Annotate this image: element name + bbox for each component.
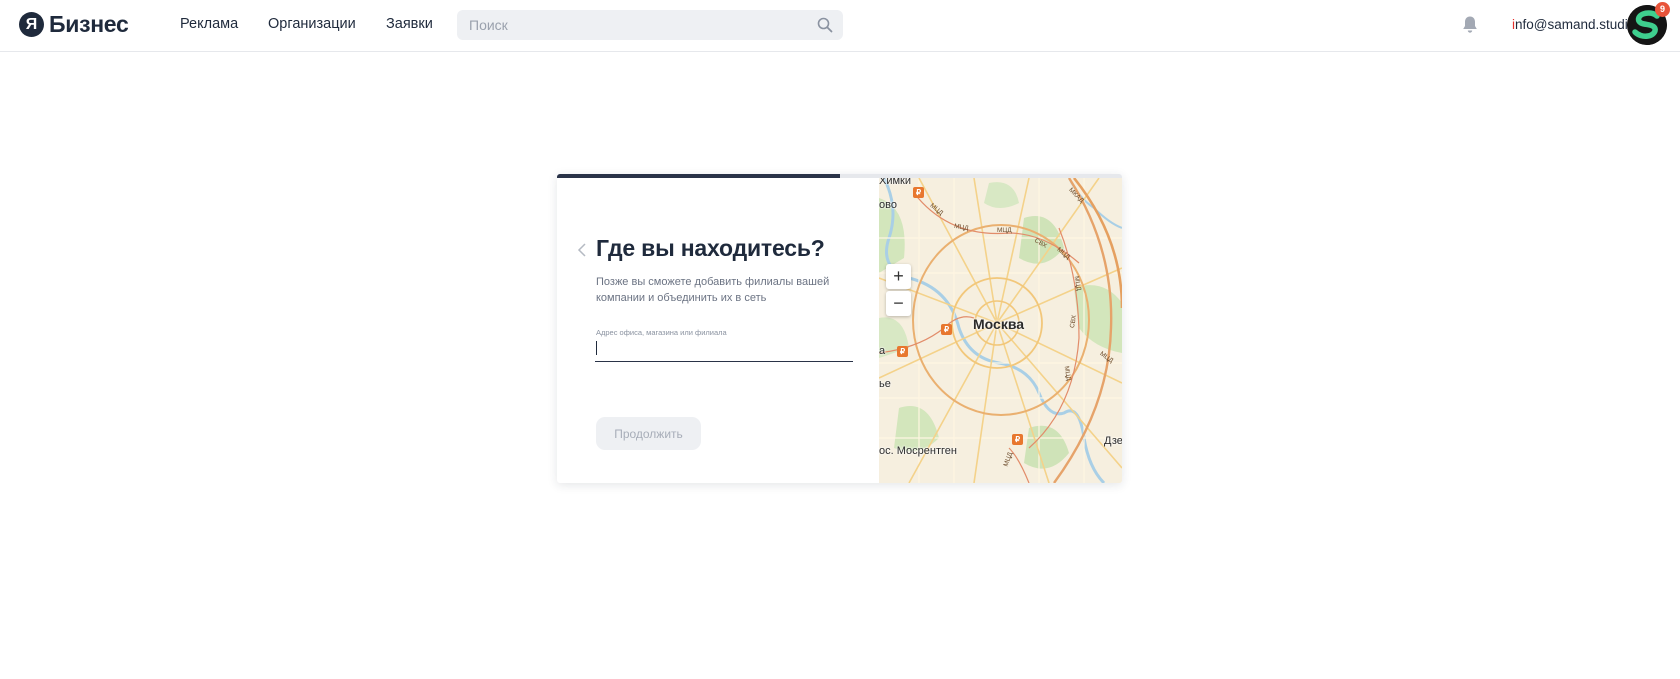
metro-marker-icon[interactable]: ₽ xyxy=(941,324,952,335)
nav-link-organizations[interactable]: Организации xyxy=(268,16,356,32)
chevron-left-icon[interactable] xyxy=(576,242,588,258)
bell-icon[interactable] xyxy=(1461,15,1479,35)
metro-marker-icon[interactable]: ₽ xyxy=(913,187,924,198)
map-label-ye: ье xyxy=(879,378,891,390)
map-label-dze: Дзе xyxy=(1104,435,1122,447)
page-title: Где вы находитесь? xyxy=(596,235,825,261)
notification-badge: 9 xyxy=(1655,2,1670,17)
map-city-label: Москва xyxy=(973,316,1025,332)
metro-marker-icon[interactable]: ₽ xyxy=(1012,434,1023,445)
progress-fill xyxy=(557,174,840,178)
top-header: Я Бизнес Реклама Организации Заявки info… xyxy=(0,0,1680,52)
nav-link-ads[interactable]: Реклама xyxy=(180,16,238,32)
metro-marker-icon[interactable]: ₽ xyxy=(897,346,908,357)
logo-text: Бизнес xyxy=(49,10,129,37)
address-input[interactable] xyxy=(595,339,853,362)
search-icon[interactable] xyxy=(817,17,833,33)
map-label-mosrentgen: ос. Мосрентген xyxy=(879,445,957,457)
map-label-a: а xyxy=(879,345,886,357)
logo-mark: Я xyxy=(19,11,44,37)
yandex-business-logo[interactable]: Я Бизнес xyxy=(19,10,129,37)
address-field-label: Адрес офиса, магазина или филиала xyxy=(596,328,727,337)
zoom-in-button[interactable]: + xyxy=(886,264,911,289)
search-input[interactable] xyxy=(469,10,809,40)
zoom-out-button[interactable]: − xyxy=(886,291,911,316)
map-label-khimki: Химки xyxy=(879,178,912,187)
text-caret xyxy=(596,341,597,355)
road-label: МЦД xyxy=(997,227,1012,234)
nav-link-requests[interactable]: Заявки xyxy=(386,16,433,32)
map-label-ovo: ово xyxy=(879,199,897,211)
onboarding-card: Где вы находитесь? Позже вы сможете доба… xyxy=(557,174,1122,483)
search-box xyxy=(457,10,843,40)
page-subtitle: Позже вы сможете добавить филиалы вашей … xyxy=(596,276,830,304)
continue-button[interactable]: Продолжить xyxy=(596,417,701,450)
account-email[interactable]: info@samand.studio xyxy=(1512,17,1635,32)
map[interactable]: Химки ово а ье ос. Мосрентген Дзе МКАД М… xyxy=(879,178,1122,483)
